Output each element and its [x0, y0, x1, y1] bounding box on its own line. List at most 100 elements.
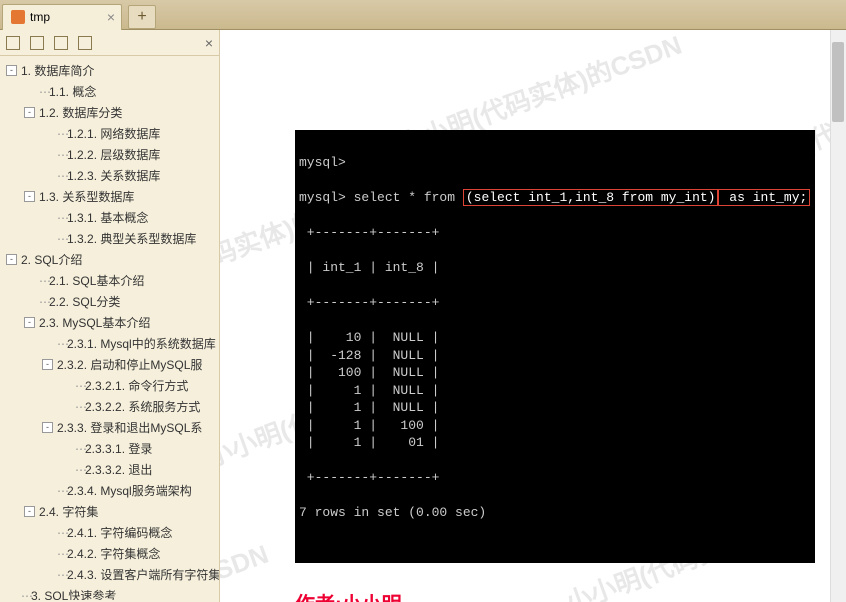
tree-label: 1.2.1. 网络数据库 — [67, 125, 160, 142]
tree-item[interactable]: -1. 数据库简介 — [0, 60, 219, 81]
tree-toggle-icon — [42, 338, 53, 349]
tab-file-icon — [11, 10, 25, 24]
tree-toggle-icon[interactable]: - — [6, 254, 17, 265]
tree-label: 2.4.1. 字符编码概念 — [67, 524, 172, 541]
tree-label: 2.3. MySQL基本介绍 — [39, 314, 150, 331]
tree-toggle-icon — [60, 443, 71, 454]
tree-item[interactable]: -2. SQL介绍 — [0, 249, 219, 270]
tree-label: 2.3.3.1. 登录 — [85, 440, 152, 457]
tree-item[interactable]: -1.3. 关系型数据库 — [0, 186, 219, 207]
table-row: | 1 | NULL | — [295, 399, 815, 417]
new-tab-button[interactable]: + — [128, 5, 156, 29]
tree-label: 2.4.2. 字符集概念 — [67, 545, 160, 562]
table-row: | 100 | NULL | — [295, 364, 815, 382]
tree-item[interactable]: ⋯ 1.2.1. 网络数据库 — [0, 123, 219, 144]
table-row: | 1 | 01 | — [295, 434, 815, 452]
tree-label: 1.1. 概念 — [49, 83, 96, 100]
tree-item[interactable]: ⋯ 2.3.1. Mysql中的系统数据库 — [0, 333, 219, 354]
tree-item[interactable]: ⋯ 1.2.3. 关系数据库 — [0, 165, 219, 186]
tree-toggle-icon — [42, 485, 53, 496]
tree-item[interactable]: ⋯ 1.3.2. 典型关系型数据库 — [0, 228, 219, 249]
sidebar-close-icon[interactable]: × — [205, 35, 213, 51]
scroll-thumb[interactable] — [832, 42, 844, 122]
tree-toggle-icon[interactable]: - — [24, 107, 35, 118]
tab-tmp[interactable]: tmp × — [2, 4, 122, 30]
outline-tree: -1. 数据库简介⋯ 1.1. 概念-1.2. 数据库分类⋯ 1.2.1. 网络… — [0, 56, 219, 600]
tree-toggle-icon — [24, 86, 35, 97]
tree-toggle-icon — [42, 128, 53, 139]
tree-toggle-icon — [60, 380, 71, 391]
tree-label: 2.3.2.1. 命令行方式 — [85, 377, 188, 394]
mouse-cursor-icon: ↖ — [678, 205, 691, 225]
table-row: | -128 | NULL | — [295, 347, 815, 365]
tool-icon-3[interactable] — [54, 36, 68, 50]
tree-toggle-icon[interactable]: - — [24, 191, 35, 202]
tree-toggle-icon — [42, 569, 53, 580]
tree-toggle-icon[interactable]: - — [24, 317, 35, 328]
tree-item[interactable]: ⋯ 2.4.2. 字符集概念 — [0, 543, 219, 564]
sidebar-toolbar: × — [0, 30, 219, 56]
tab-title: tmp — [30, 10, 50, 24]
tree-item[interactable]: -2.3. MySQL基本介绍 — [0, 312, 219, 333]
tree-toggle-icon — [60, 401, 71, 412]
tree-item[interactable]: -1.2. 数据库分类 — [0, 102, 219, 123]
tree-toggle-icon — [60, 464, 71, 475]
table-row: | 10 | NULL | — [295, 329, 815, 347]
tree-toggle-icon — [24, 296, 35, 307]
tree-item[interactable]: ⋯ 2.3.2.2. 系统服务方式 — [0, 396, 219, 417]
tree-label: 2.3.4. Mysql服务端架构 — [67, 482, 192, 499]
tree-item[interactable]: ⋯ 2.3.3.2. 退出 — [0, 459, 219, 480]
tree-item[interactable]: ⋯ 3. SQL快速参考 — [0, 585, 219, 600]
tree-toggle-icon[interactable]: - — [42, 422, 53, 433]
tool-icon-1[interactable] — [6, 36, 20, 50]
tree-toggle-icon — [42, 170, 53, 181]
tree-label: 1.2. 数据库分类 — [39, 104, 122, 121]
author-line: 作者:小小明 — [295, 588, 846, 602]
tree-toggle-icon — [42, 212, 53, 223]
tree-toggle-icon — [24, 275, 35, 286]
tree-item[interactable]: -2.3.2. 启动和停止MySQL服 — [0, 354, 219, 375]
tree-toggle-icon[interactable]: - — [6, 65, 17, 76]
tree-toggle-icon — [42, 233, 53, 244]
tree-item[interactable]: ⋯ 1.3.1. 基本概念 — [0, 207, 219, 228]
tree-label: 2.3.1. Mysql中的系统数据库 — [67, 335, 216, 352]
tree-item[interactable]: ⋯ 2.3.4. Mysql服务端架构 — [0, 480, 219, 501]
tree-item[interactable]: -2.3.3. 登录和退出MySQL系 — [0, 417, 219, 438]
tree-item[interactable]: -2.4. 字符集 — [0, 501, 219, 522]
terminal-output: mysql> mysql> select * from (select int_… — [295, 130, 815, 563]
content-area: 小小明(代码实体)的CSDN 小小明(代码实体)的CSDN 代码实体)的CSDN… — [220, 30, 846, 602]
tree-item[interactable]: ⋯ 1.1. 概念 — [0, 81, 219, 102]
tree-item[interactable]: ⋯ 2.4.1. 字符编码概念 — [0, 522, 219, 543]
table-row: | 1 | 100 | — [295, 417, 815, 435]
tool-icon-2[interactable] — [30, 36, 44, 50]
tree-item[interactable]: ⋯ 2.2. SQL分类 — [0, 291, 219, 312]
tree-label: 1.3.2. 典型关系型数据库 — [67, 230, 196, 247]
tree-label: 1. 数据库简介 — [21, 62, 94, 79]
tree-label: 2.4.3. 设置客户端所有字符集 — [67, 566, 219, 583]
tree-toggle-icon[interactable]: - — [42, 359, 53, 370]
tree-label: 2.3.3.2. 退出 — [85, 461, 152, 478]
tree-toggle-icon — [42, 149, 53, 160]
tree-toggle-icon — [42, 548, 53, 559]
tree-toggle-icon[interactable]: - — [24, 506, 35, 517]
tool-icon-4[interactable] — [78, 36, 92, 50]
sidebar: × -1. 数据库简介⋯ 1.1. 概念-1.2. 数据库分类⋯ 1.2.1. … — [0, 30, 220, 602]
tree-label: 1.2.2. 层级数据库 — [67, 146, 160, 163]
tree-label: 2. SQL介绍 — [21, 251, 82, 268]
tree-label: 3. SQL快速参考 — [31, 587, 116, 600]
query-highlight-2: as int_my; — [718, 189, 810, 206]
close-icon[interactable]: × — [107, 9, 115, 25]
tree-label: 2.3.2.2. 系统服务方式 — [85, 398, 200, 415]
table-row: | 1 | NULL | — [295, 382, 815, 400]
tree-item[interactable]: ⋯ 1.2.2. 层级数据库 — [0, 144, 219, 165]
tree-label: 2.1. SQL基本介绍 — [49, 272, 144, 289]
tree-item[interactable]: ⋯ 2.3.3.1. 登录 — [0, 438, 219, 459]
tree-item[interactable]: ⋯ 2.1. SQL基本介绍 — [0, 270, 219, 291]
tree-label: 2.3.3. 登录和退出MySQL系 — [57, 419, 202, 436]
tree-item[interactable]: ⋯ 2.3.2.1. 命令行方式 — [0, 375, 219, 396]
tree-item[interactable]: ⋯ 2.4.3. 设置客户端所有字符集 — [0, 564, 219, 585]
tree-toggle-icon — [6, 590, 17, 600]
tab-bar: tmp × + — [0, 0, 846, 30]
query-highlight: (select int_1,int_8 from my_int) — [463, 189, 719, 206]
tree-label: 1.3.1. 基本概念 — [67, 209, 148, 226]
